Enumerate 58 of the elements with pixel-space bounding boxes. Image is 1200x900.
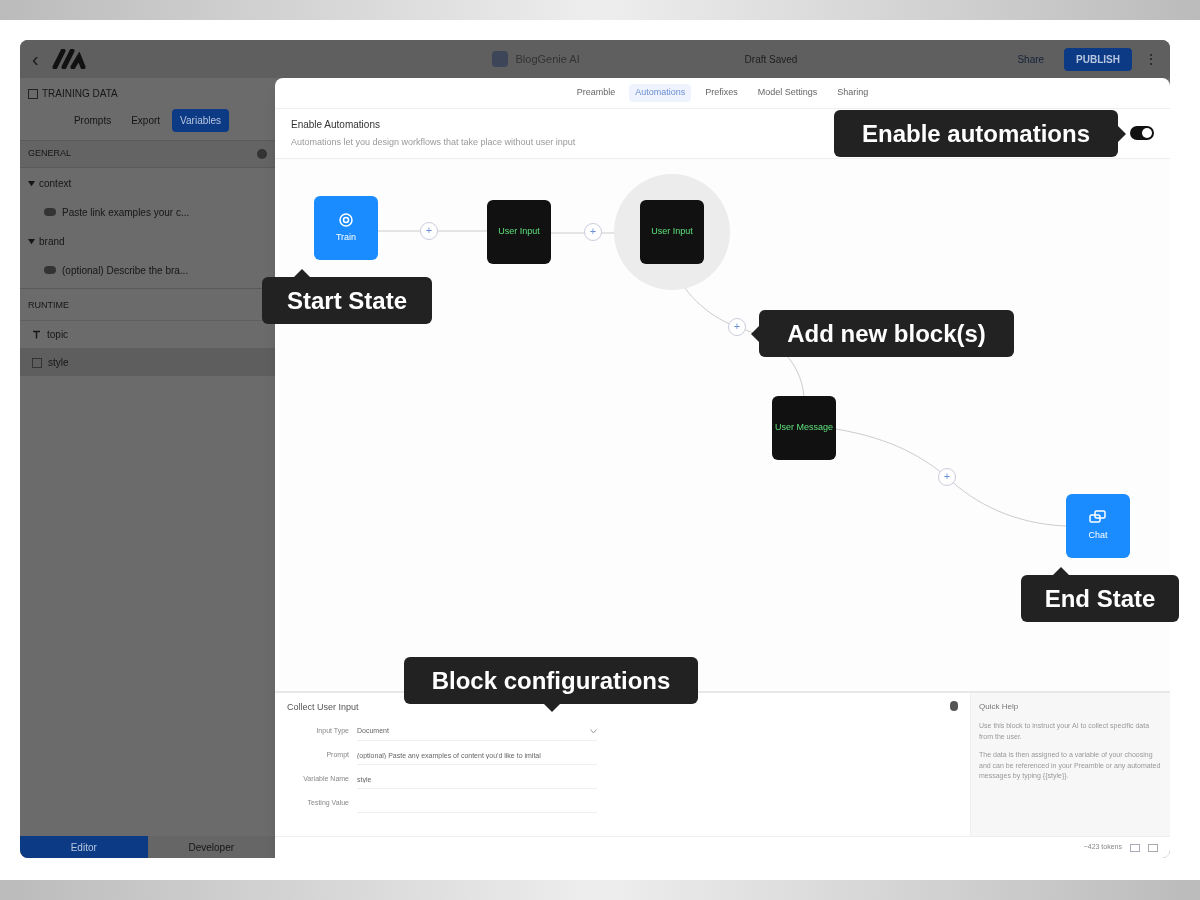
- back-button[interactable]: ‹: [32, 45, 39, 73]
- dialog-tab[interactable]: Prefixes: [699, 84, 744, 102]
- chevron-icon: [590, 728, 597, 734]
- mode-tab[interactable]: Developer: [147, 836, 275, 858]
- enable-description: Automations let you design workflows that take place without user input: [291, 135, 577, 149]
- app-icon: [491, 51, 508, 67]
- dialog-tab[interactable]: Automations: [629, 84, 692, 102]
- enable-title: Enable Automations: [291, 117, 381, 132]
- callout-label: End State: [1021, 575, 1179, 622]
- chat-bubbles-icon: [1089, 509, 1107, 526]
- callout-label: Block configurations: [404, 657, 698, 704]
- caret-down-icon[interactable]: [28, 237, 35, 245]
- add-block-button[interactable]: +: [584, 222, 602, 241]
- add-block-button[interactable]: +: [728, 317, 746, 336]
- callout-pointer: [1053, 567, 1069, 575]
- callout-pointer: [544, 704, 560, 712]
- dialog-tab[interactable]: Model Settings: [751, 84, 824, 102]
- tree-item[interactable]: context: [39, 175, 72, 191]
- text-type-icon: [32, 330, 41, 339]
- grid-icon: [28, 88, 38, 99]
- callout-pointer: [1118, 126, 1126, 142]
- tree-item[interactable]: (optional) Describe the bra...: [62, 262, 189, 278]
- sidebar-title: TRAINING DATA: [42, 87, 119, 101]
- mode-tab[interactable]: Editor: [20, 836, 148, 858]
- dialog-tab[interactable]: Sharing: [831, 84, 875, 102]
- settings-icon: [257, 148, 267, 159]
- sidebar-tab[interactable]: Export: [123, 109, 169, 132]
- document-icon: [32, 357, 42, 368]
- config-title: Collect User Input: [287, 701, 359, 714]
- help-title: Quick Help: [979, 701, 1020, 713]
- more-menu[interactable]: ⋮: [1144, 49, 1158, 69]
- callout-label: Enable automations: [834, 110, 1118, 157]
- add-block-button[interactable]: +: [938, 467, 956, 486]
- dialog-tab[interactable]: Preamble: [570, 84, 622, 102]
- flow-node[interactable]: User Message: [772, 395, 836, 460]
- enable-toggle[interactable]: [1130, 126, 1154, 140]
- publish-button[interactable]: PUBLISH: [1064, 47, 1132, 71]
- callout-label: Add new block(s): [759, 310, 1014, 357]
- add-block-button[interactable]: +: [420, 221, 438, 240]
- callout-pointer: [294, 269, 310, 277]
- flow-node[interactable]: Train: [314, 195, 378, 260]
- tree-item[interactable]: brand: [39, 233, 65, 249]
- share-button[interactable]: Share: [1009, 51, 1053, 67]
- callout-label: Start State: [262, 277, 432, 324]
- section-heading: RUNTIME: [28, 299, 69, 310]
- logo-icon: [50, 49, 87, 69]
- flow-node[interactable]: User Input: [487, 199, 551, 264]
- flow-node[interactable]: Chat: [1066, 493, 1130, 558]
- sidebar-tab[interactable]: Prompts: [65, 109, 120, 132]
- tree-item[interactable]: Paste link examples your c...: [62, 204, 190, 220]
- flow-node[interactable]: User Input: [640, 199, 704, 264]
- caret-down-icon[interactable]: [28, 179, 35, 187]
- sidebar-tab[interactable]: Variables: [172, 109, 230, 132]
- callout-pointer: [751, 326, 759, 342]
- save-status: Draft Saved: [744, 52, 798, 67]
- trash-icon[interactable]: [950, 701, 958, 711]
- runtime-item[interactable]: style: [20, 348, 275, 376]
- section-heading: GENERAL: [28, 147, 72, 160]
